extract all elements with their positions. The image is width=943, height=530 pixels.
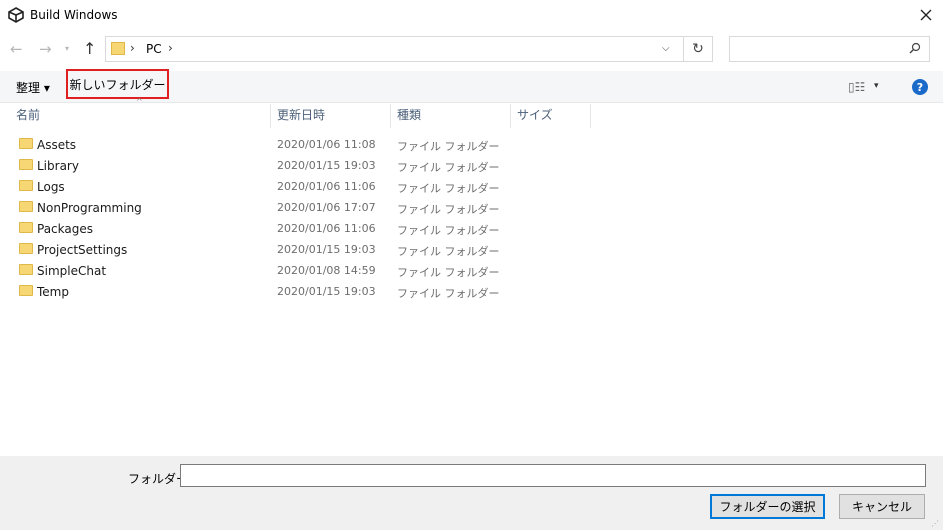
file-date: 2020/01/06 17:07 bbox=[277, 201, 376, 214]
file-name: SimpleChat bbox=[37, 264, 107, 278]
file-name: Logs bbox=[37, 180, 65, 194]
folder-icon bbox=[19, 243, 33, 254]
breadcrumb-pc[interactable]: PC bbox=[146, 42, 162, 56]
file-type: ファイル フォルダー bbox=[397, 287, 500, 300]
file-date: 2020/01/08 14:59 bbox=[277, 264, 376, 277]
title-bar: Build Windows bbox=[0, 0, 943, 30]
file-date: 2020/01/15 19:03 bbox=[277, 243, 376, 256]
help-icon[interactable]: ? bbox=[912, 79, 928, 95]
file-row[interactable]: Library 2020/01/15 19:03 ファイル フォルダー bbox=[0, 156, 600, 177]
file-date: 2020/01/06 11:08 bbox=[277, 138, 376, 151]
folder-icon bbox=[111, 42, 125, 55]
file-date: 2020/01/15 19:03 bbox=[277, 159, 376, 172]
file-row[interactable]: NonProgramming 2020/01/06 17:07 ファイル フォル… bbox=[0, 198, 600, 219]
column-header-size[interactable]: サイズ bbox=[511, 104, 591, 128]
folder-icon bbox=[19, 201, 33, 212]
bottom-panel: フォルダー: フォルダーの選択 キャンセル ⋰ bbox=[0, 456, 943, 530]
back-button[interactable]: ← bbox=[10, 40, 23, 58]
select-folder-button[interactable]: フォルダーの選択 bbox=[710, 494, 825, 519]
close-icon bbox=[920, 9, 931, 21]
view-dropdown-icon[interactable]: ▾ bbox=[874, 81, 879, 91]
file-type: ファイル フォルダー bbox=[397, 203, 500, 216]
command-toolbar: 整理 ▾ 新しいフォルダー ^ ▯☷ ▾ ? bbox=[0, 69, 943, 106]
file-row[interactable]: ProjectSettings 2020/01/15 19:03 ファイル フォ… bbox=[0, 240, 600, 261]
folder-name-input[interactable] bbox=[180, 464, 926, 487]
forward-button[interactable]: → bbox=[39, 40, 52, 58]
cancel-button[interactable]: キャンセル bbox=[839, 494, 925, 519]
breadcrumb-separator[interactable]: › bbox=[130, 41, 135, 55]
search-icon bbox=[909, 42, 921, 57]
file-date: 2020/01/06 11:06 bbox=[277, 180, 376, 193]
column-header-name[interactable]: 名前 bbox=[10, 104, 271, 128]
file-name: Library bbox=[37, 159, 79, 173]
new-folder-button[interactable]: 新しいフォルダー bbox=[66, 69, 169, 99]
address-bar[interactable]: › PC › ⌵ bbox=[105, 36, 684, 62]
unity-logo-icon bbox=[8, 7, 24, 23]
file-name: Packages bbox=[37, 222, 93, 236]
file-row[interactable]: Packages 2020/01/06 11:06 ファイル フォルダー bbox=[0, 219, 600, 240]
folder-icon bbox=[19, 138, 33, 149]
file-type: ファイル フォルダー bbox=[397, 224, 500, 237]
file-row[interactable]: Temp 2020/01/15 19:03 ファイル フォルダー bbox=[0, 282, 600, 303]
folder-icon bbox=[19, 285, 33, 296]
close-button[interactable] bbox=[908, 0, 943, 30]
file-type: ファイル フォルダー bbox=[397, 140, 500, 153]
organize-menu-button[interactable]: 整理 ▾ bbox=[16, 79, 50, 96]
folder-icon bbox=[19, 222, 33, 233]
folder-icon bbox=[19, 159, 33, 170]
view-options-icon[interactable]: ▯☷ bbox=[848, 80, 865, 94]
file-row[interactable]: Logs 2020/01/06 11:06 ファイル フォルダー bbox=[0, 177, 600, 198]
file-row[interactable]: SimpleChat 2020/01/08 14:59 ファイル フォルダー bbox=[0, 261, 600, 282]
resize-grip-icon[interactable]: ⋰ bbox=[931, 519, 939, 528]
window-title: Build Windows bbox=[30, 8, 118, 22]
file-type: ファイル フォルダー bbox=[397, 182, 500, 195]
recent-locations-button[interactable]: ▾ bbox=[65, 44, 69, 53]
file-name: NonProgramming bbox=[37, 201, 142, 215]
file-date: 2020/01/06 11:06 bbox=[277, 222, 376, 235]
search-input[interactable] bbox=[729, 36, 930, 62]
up-button[interactable]: ↑ bbox=[83, 39, 96, 58]
column-header-type[interactable]: 種類 bbox=[391, 104, 511, 128]
column-header-date[interactable]: 更新日時 bbox=[271, 104, 391, 128]
file-type: ファイル フォルダー bbox=[397, 266, 500, 279]
refresh-button[interactable]: ↻ bbox=[684, 36, 713, 62]
address-dropdown-icon[interactable]: ⌵ bbox=[662, 43, 670, 54]
folder-icon bbox=[19, 264, 33, 275]
file-name: Assets bbox=[37, 138, 77, 152]
file-type: ファイル フォルダー bbox=[397, 161, 500, 174]
file-name: Temp bbox=[37, 285, 69, 299]
file-type: ファイル フォルダー bbox=[397, 245, 500, 258]
file-date: 2020/01/15 19:03 bbox=[277, 285, 376, 298]
file-row[interactable]: Assets 2020/01/06 11:08 ファイル フォルダー bbox=[0, 135, 600, 156]
file-name: ProjectSettings bbox=[37, 243, 128, 257]
breadcrumb-separator[interactable]: › bbox=[168, 41, 173, 55]
folder-icon bbox=[19, 180, 33, 191]
